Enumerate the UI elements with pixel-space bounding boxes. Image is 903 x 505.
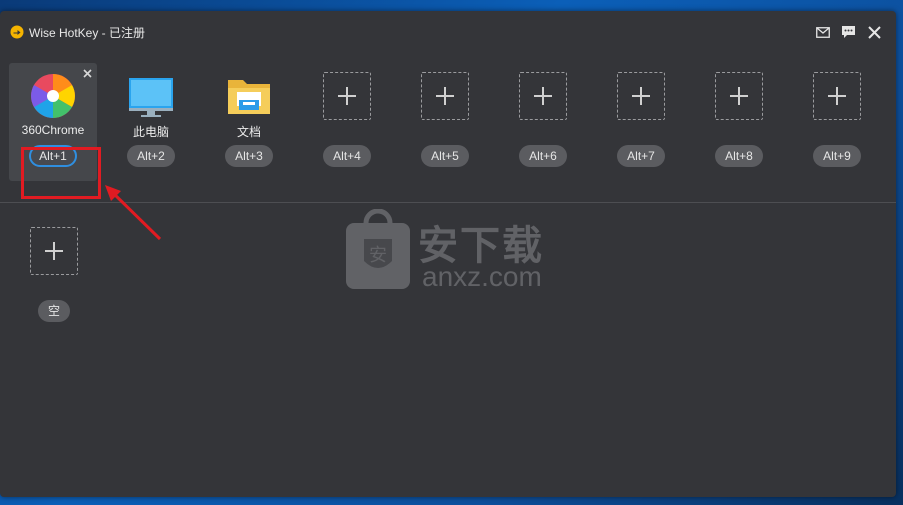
mail-icon [816, 26, 830, 38]
app-logo-icon [10, 25, 24, 39]
title-bar[interactable]: Wise HotKey - 已注册 [0, 11, 896, 51]
plus-icon [730, 87, 748, 105]
plus-icon [828, 87, 846, 105]
watermark: 安 安下载 anxz.com [342, 209, 572, 299]
remove-slot-button[interactable] [81, 67, 93, 79]
360chrome-icon [31, 74, 75, 118]
hotkey-slot-7[interactable]: Alt+7 [597, 63, 685, 181]
hotkey-slot-6[interactable]: Alt+6 [499, 63, 587, 181]
hotkey-pill[interactable]: Alt+9 [813, 145, 861, 167]
add-app-button[interactable] [715, 72, 763, 120]
hotkey-slot-2[interactable]: 此电脑 Alt+2 [107, 63, 195, 181]
window-title: Wise HotKey - 已注册 [29, 26, 146, 40]
hotkey-pill[interactable]: Alt+2 [127, 145, 175, 167]
hotkey-pill[interactable]: Alt+4 [323, 145, 371, 167]
plus-icon [45, 242, 63, 260]
plus-icon [534, 87, 552, 105]
add-app-button[interactable] [323, 72, 371, 120]
plus-icon [338, 87, 356, 105]
slot-label: 文档 [236, 125, 261, 139]
add-app-button[interactable] [813, 72, 861, 120]
chat-bubble-icon [841, 26, 855, 38]
watermark-text-en: anxz.com [422, 261, 542, 292]
plus-icon [436, 87, 454, 105]
annotation-arrow-icon [105, 185, 162, 241]
folder-icon [228, 80, 270, 114]
slot-label: 此电脑 [132, 125, 169, 139]
add-app-button[interactable] [519, 72, 567, 120]
close-icon [82, 68, 92, 78]
hotkey-pill[interactable]: Alt+6 [519, 145, 567, 167]
hotkey-slot-4[interactable]: Alt+4 [303, 63, 391, 181]
hotkey-pill[interactable]: Alt+8 [715, 145, 763, 167]
window-close-button[interactable] [863, 21, 885, 43]
watermark-shield-text: 安 [369, 245, 387, 266]
feedback-mail-button[interactable] [812, 21, 834, 43]
add-app-button[interactable] [617, 72, 665, 120]
annotation-highlight-box [21, 147, 101, 199]
hotkey-pill[interactable]: Alt+3 [225, 145, 273, 167]
close-icon [867, 25, 881, 39]
monitor-icon [129, 78, 173, 117]
hotkey-slot-3[interactable]: 文档 Alt+3 [205, 63, 293, 181]
hotkey-slot-9[interactable]: Alt+9 [793, 63, 881, 181]
chat-button[interactable] [837, 21, 859, 43]
hotkey-pill[interactable]: Alt+7 [617, 145, 665, 167]
plus-icon [632, 87, 650, 105]
app-window: Wise HotKey - 已注册 360Chrome Alt+1 此电脑 Al… [0, 11, 896, 497]
hotkey-pill[interactable]: Alt+5 [421, 145, 469, 167]
shield-bag-icon: 安 [346, 209, 410, 289]
empty-pill[interactable]: 空 [38, 300, 70, 322]
hotkey-slot-5[interactable]: Alt+5 [401, 63, 489, 181]
add-app-button[interactable] [421, 72, 469, 120]
extra-slot[interactable]: 空 [10, 215, 98, 325]
hotkey-slot-8[interactable]: Alt+8 [695, 63, 783, 181]
add-app-button[interactable] [30, 227, 78, 275]
slot-label: 360Chrome [21, 123, 85, 137]
